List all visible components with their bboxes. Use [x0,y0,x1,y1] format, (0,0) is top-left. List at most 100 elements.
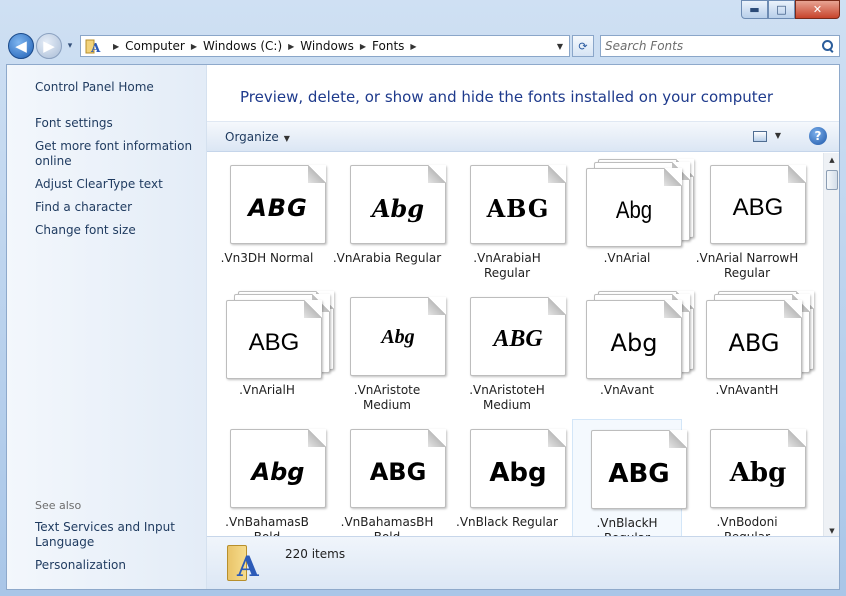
chevron-down-icon: ▼ [283,133,290,143]
font-sample-text: Abg [371,194,425,223]
refresh-button[interactable]: ⟳ [572,35,594,57]
item-count: 220 items [285,547,346,561]
font-name: .VnArabiaH Regular [473,251,541,280]
font-preview-icon: Abg [350,297,446,376]
font-name: .VnArial NarrowH Regular [695,251,799,280]
organize-button[interactable]: Organize ▼ [225,130,290,144]
font-preview-icon: ABG [230,165,326,244]
font-preview-icon: Abg [586,168,682,247]
font-name: .Vn3DH Normal [220,251,314,265]
breadcrumb-separator-icon[interactable]: ▶ [288,42,294,51]
font-item[interactable]: ABG .VnArialH [212,287,334,412]
breadcrumb-separator-icon[interactable]: ▶ [410,42,416,51]
address-dropdown-icon[interactable]: ▼ [551,36,569,56]
change-font-size-link[interactable]: Change font size [35,223,200,238]
font-item[interactable]: ABG .VnAristoteH Medium [452,287,566,412]
navigation-bar: ◀ ▶ ▾ A ▶ Computer ▶ Windows (C:) ▶ Wind… [8,32,840,60]
font-preview-icon: ABG [591,430,687,509]
font-item[interactable]: Abg .VnArabia Regular [332,155,446,280]
font-sample-text: Abg [729,458,787,488]
font-sample-text: ABG [486,194,550,223]
font-sample-text: Abg [489,458,547,488]
font-sample-text: ABG [732,194,784,221]
font-item[interactable]: Abg .VnAvant [572,287,694,412]
font-item[interactable]: Abg .VnBlack Regular [452,419,566,538]
search-box[interactable] [600,35,840,57]
breadcrumb-fonts[interactable]: Fonts [372,39,404,53]
font-item[interactable]: Abg .VnBodoni Regular [692,419,806,538]
font-sample-text: Abg [610,329,658,357]
minimize-button[interactable]: ▬ [741,0,768,19]
font-name: .VnAvantH [715,383,779,397]
search-input[interactable] [605,39,821,53]
breadcrumb-separator-icon[interactable]: ▶ [113,42,119,51]
font-name: .VnBahamasB Bold [225,515,309,538]
breadcrumb-computer[interactable]: Computer [125,39,185,53]
breadcrumb-separator-icon[interactable]: ▶ [191,42,197,51]
font-item[interactable]: ABG .VnArial NarrowH Regular [692,155,806,280]
back-button[interactable]: ◀ [8,33,34,59]
close-button[interactable]: ✕ [795,0,840,19]
get-more-font-info-link[interactable]: Get more font information online [35,139,200,169]
page-title: Preview, delete, or show and hide the fo… [240,88,774,106]
vertical-scrollbar[interactable]: ▲ ▼ [823,153,839,538]
text-services-link[interactable]: Text Services and Input Language [35,520,200,550]
organize-label: Organize [225,129,279,144]
font-settings-link[interactable]: Font settings [35,116,200,131]
font-item[interactable]: Abg .VnArial [572,155,694,280]
maximize-button[interactable]: □ [768,0,795,19]
font-name: .VnAristote Medium [353,383,421,412]
font-item[interactable]: Abg .VnAristote Medium [332,287,446,412]
control-panel-home-link[interactable]: Control Panel Home [35,80,200,95]
font-sample-text: Abg [381,326,415,348]
details-pane: A 220 items [207,536,839,589]
scroll-up-icon[interactable]: ▲ [824,153,839,167]
personalization-link[interactable]: Personalization [35,558,200,573]
font-preview-icon: ABG [706,300,802,379]
scrollbar-thumb[interactable] [826,170,838,190]
task-pane: Control Panel Home Font settings Get mor… [7,65,207,589]
font-item[interactable]: ABG .VnBlackH Regular [572,419,687,538]
help-icon[interactable]: ? [809,127,827,145]
font-name: .VnBlack Regular [456,515,558,529]
font-sample-text: Abg [251,458,305,486]
font-name: .VnAristoteH Medium [469,383,545,412]
fonts-folder-icon: A [227,543,263,585]
adjust-cleartype-link[interactable]: Adjust ClearType text [35,177,200,192]
font-item[interactable]: ABG .VnArabiaH Regular [452,155,566,280]
find-character-link[interactable]: Find a character [35,200,200,215]
font-preview-icon: Abg [470,429,566,508]
font-preview-icon: Abg [350,165,446,244]
font-preview-icon: Abg [230,429,326,508]
font-item[interactable]: Abg .VnBahamasB Bold [212,419,326,538]
recent-pages-button[interactable]: ▾ [64,41,76,51]
font-preview-icon: ABG [470,165,566,244]
explorer-body: Control Panel Home Font settings Get mor… [6,64,840,590]
breadcrumb-windows[interactable]: Windows [300,39,354,53]
fonts-folder-icon: A [85,38,101,55]
change-view-icon[interactable] [753,131,767,142]
font-sample-text: ABG [728,329,780,357]
svg-text:A: A [90,41,101,54]
font-item[interactable]: ABG .VnAvantH [692,287,814,412]
address-bar[interactable]: A ▶ Computer ▶ Windows (C:) ▶ Windows ▶ … [80,35,570,57]
content-pane: Preview, delete, or show and hide the fo… [207,65,839,589]
breadcrumb-windows-c[interactable]: Windows (C:) [203,39,282,53]
font-item[interactable]: ABG .VnBahamasBH Bold [332,419,446,538]
font-preview-icon: ABG [226,300,322,379]
search-icon[interactable] [821,39,835,53]
caption-buttons: ▬ □ ✕ [741,0,840,20]
forward-button[interactable]: ▶ [36,33,62,59]
font-sample-text: ABG [248,194,308,222]
font-item[interactable]: ABG .Vn3DH Normal [212,155,326,280]
command-bar: Organize ▼ ▼ ? [207,121,839,152]
font-preview-icon: ABG [710,165,806,244]
font-name: .VnArabia Regular [332,251,442,265]
breadcrumb-separator-icon[interactable]: ▶ [360,42,366,51]
view-options-dropdown-icon[interactable]: ▼ [775,131,781,140]
font-name: .VnBodoni Regular [716,515,778,538]
font-name: .VnBlackH Regular [596,516,658,538]
font-name: .VnAvant [600,383,654,397]
font-list: ABG .Vn3DH Normal Abg .VnArabia Regular ABG.… [207,153,823,538]
font-preview-icon: Abg [710,429,806,508]
